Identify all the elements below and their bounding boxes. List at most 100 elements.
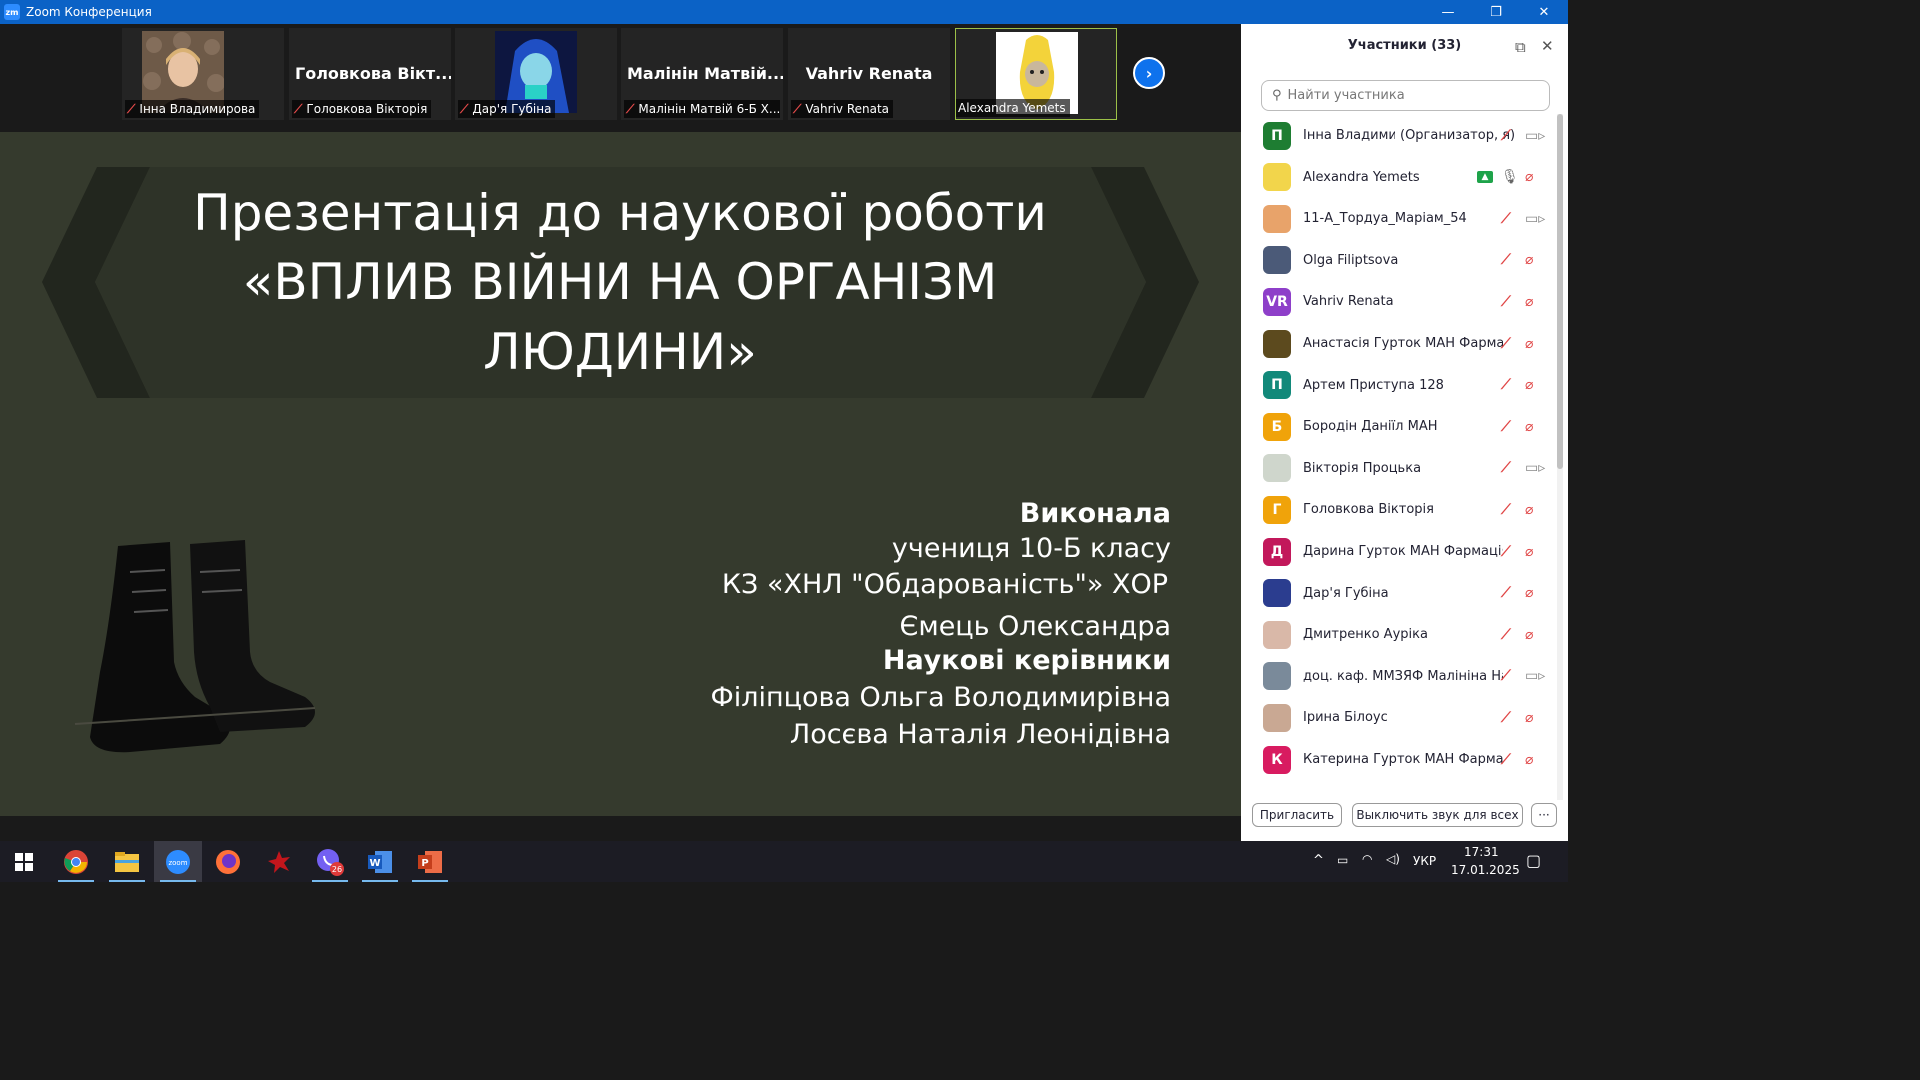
popout-icon[interactable]: ⧉: [1515, 38, 1531, 56]
avatar: [1263, 454, 1291, 483]
participant-search[interactable]: ⚲: [1261, 80, 1550, 111]
participant-name: Головкова Вікторія: [1303, 502, 1434, 518]
taskbar-firefox[interactable]: [204, 841, 252, 882]
video-camera-off-icon[interactable]: ⌀: [1525, 585, 1533, 601]
video-camera-off-icon[interactable]: ⌀: [1525, 710, 1533, 726]
participant-row[interactable]: доц. каф. ММЗЯФ Малініна Нат...⟋ ▭▹: [1241, 656, 1555, 697]
notifications-icon[interactable]: ▢: [1526, 851, 1541, 870]
video-camera-off-icon[interactable]: ⌀: [1525, 627, 1533, 643]
participant-row[interactable]: Дмитренко Аурікa ⟋ ⌀: [1241, 614, 1555, 655]
video-tile[interactable]: ⟋ Дар'я Губіна: [455, 28, 617, 120]
avatar: П: [1263, 371, 1291, 400]
participant-row[interactable]: Ірина Білоус ⟋ ⌀: [1241, 697, 1555, 738]
clock-time[interactable]: 17:31: [1464, 845, 1499, 859]
video-camera-off-icon[interactable]: ⌀: [1525, 502, 1533, 518]
microphone-muted-icon[interactable]: ⟋: [1501, 710, 1511, 726]
participant-name: 11-А_Тордуа_Маріам_54: [1303, 211, 1467, 227]
microphone-muted-icon[interactable]: ⟋: [1501, 752, 1511, 768]
video-camera-off-icon[interactable]: ⌀: [1525, 419, 1533, 435]
participant-row[interactable]: П Артем Приступа 128 ⟋ ⌀: [1241, 365, 1555, 406]
participant-row[interactable]: Анастасія Гурток МАН Фармація ⟋ ⌀: [1241, 323, 1555, 364]
clock-date[interactable]: 17.01.2025: [1451, 863, 1520, 877]
avatar: Д: [1263, 537, 1291, 566]
restore-button[interactable]: ❐: [1472, 0, 1520, 24]
video-camera-icon[interactable]: ▭▹: [1525, 128, 1545, 144]
microphone-muted-icon[interactable]: ⟋: [1501, 377, 1511, 393]
search-input[interactable]: [1287, 88, 1538, 103]
supervisor-line: Філіпцова Ольга Володимирівна: [710, 682, 1171, 713]
video-tile-active-speaker[interactable]: Alexandra Yemets: [955, 28, 1117, 120]
minimize-button[interactable]: —: [1424, 0, 1472, 24]
microphone-muted-icon[interactable]: ⟋: [1501, 419, 1511, 435]
video-camera-off-icon[interactable]: ⌀: [1525, 377, 1533, 393]
taskbar-word[interactable]: W: [356, 841, 404, 882]
wifi-icon[interactable]: ◠: [1362, 852, 1372, 866]
participant-big-name: Головкова Вікт...: [295, 64, 451, 83]
video-camera-icon[interactable]: ▭▹: [1525, 211, 1545, 227]
video-camera-off-icon[interactable]: ⌀: [1525, 544, 1533, 560]
microphone-muted-icon[interactable]: ⟋: [1501, 211, 1511, 227]
taskbar-powerpoint[interactable]: P: [406, 841, 454, 882]
panel-footer: Пригласить Выключить звук для всех ···: [1241, 800, 1568, 841]
taskbar-file-explorer[interactable]: [103, 841, 151, 882]
taskbar-red-app[interactable]: [255, 841, 303, 882]
taskbar-viber[interactable]: 26: [306, 841, 354, 882]
participant-name: Alexandra Yemets: [1303, 169, 1420, 185]
participant-row[interactable]: Г Головкова Вікторія ⟋ ⌀: [1241, 489, 1555, 530]
microphone-muted-icon[interactable]: ⟋: [1501, 627, 1511, 643]
video-camera-icon[interactable]: ▭▹: [1525, 460, 1545, 476]
video-camera-off-icon[interactable]: ⌀: [1525, 252, 1533, 268]
microphone-muted-icon[interactable]: ⟋: [1501, 128, 1511, 144]
video-tile[interactable]: ⟋ Інна Владимирова: [122, 28, 284, 120]
close-window-button[interactable]: ✕: [1520, 0, 1568, 24]
microphone-muted-icon[interactable]: ⟋: [1501, 252, 1511, 268]
microphone-muted-icon[interactable]: ⟋: [1501, 294, 1511, 310]
tray-chevron-up-icon[interactable]: ^: [1313, 853, 1324, 868]
participant-row[interactable]: Б Бородін Даніїл МАН ⟋ ⌀: [1241, 406, 1555, 447]
participant-name: Артем Приступа 128: [1303, 377, 1444, 393]
avatar: [1263, 620, 1291, 649]
taskbar-chrome[interactable]: [52, 841, 100, 882]
microphone-muted-icon[interactable]: ⟋: [1501, 502, 1511, 518]
participant-row[interactable]: Alexandra Yemets ▲ 🎙 ⌀: [1241, 157, 1555, 198]
next-page-button[interactable]: ›: [1133, 57, 1165, 89]
video-tile[interactable]: Vahriv Renata ⟋ Vahriv Renata: [788, 28, 950, 120]
video-camera-off-icon[interactable]: ⌀: [1525, 294, 1533, 310]
microphone-icon[interactable]: 🎙: [1501, 169, 1519, 185]
mute-all-button[interactable]: Выключить звук для всех: [1352, 803, 1523, 827]
video-camera-off-icon[interactable]: ⌀: [1525, 169, 1533, 185]
participants-panel: Участники (33) ⧉ ✕ ⚲ ПІнна Владими...(Ор…: [1241, 24, 1568, 841]
language-indicator[interactable]: УКР: [1413, 854, 1436, 868]
start-button[interactable]: [0, 841, 48, 882]
more-options-button[interactable]: ···: [1531, 803, 1557, 827]
microphone-muted-icon[interactable]: ⟋: [1501, 668, 1511, 684]
video-camera-icon[interactable]: ▭▹: [1525, 668, 1545, 684]
microphone-muted-icon[interactable]: ⟋: [1501, 336, 1511, 352]
close-icon[interactable]: ✕: [1541, 37, 1557, 55]
microphone-muted-icon[interactable]: ⟋: [1501, 460, 1511, 476]
taskbar-zoom[interactable]: zoom: [154, 841, 202, 882]
participant-row[interactable]: Дар'я Губіна ⟋ ⌀: [1241, 573, 1555, 614]
battery-icon[interactable]: ▭: [1337, 853, 1348, 867]
video-camera-off-icon[interactable]: ⌀: [1525, 752, 1533, 768]
participant-row[interactable]: Д Дарина Гурток МАН Фармація ⟋ ⌀: [1241, 531, 1555, 572]
zoom-icon: zoom: [166, 849, 190, 874]
video-tile[interactable]: Головкова Вікт... ⟋ Головкова Вікторія: [289, 28, 451, 120]
video-camera-off-icon[interactable]: ⌀: [1525, 336, 1533, 352]
video-tile[interactable]: Малінін Матвій... ⟋ Малінін Матвій 6-Б Х.…: [621, 28, 783, 120]
participant-row[interactable]: Вікторія Процька ⟋ ▭▹: [1241, 448, 1555, 489]
participant-caption: ⟋ Дар'я Губіна: [458, 100, 556, 118]
viber-badge: 26: [332, 865, 342, 874]
participant-row[interactable]: VR Vahriv Renata ⟋ ⌀: [1241, 281, 1555, 322]
participant-row[interactable]: 11-А_Тордуа_Маріам_54 ⟋ ▭▹: [1241, 198, 1555, 239]
participant-row[interactable]: К Катерина Гурток МАН Фармація ⟋ ⌀: [1241, 739, 1555, 780]
scrollbar[interactable]: [1557, 114, 1563, 804]
participant-role: (Организатор, я): [1400, 128, 1516, 143]
participant-row[interactable]: Olga Filiptsova ⟋ ⌀: [1241, 240, 1555, 281]
invite-button[interactable]: Пригласить: [1252, 803, 1342, 827]
scrollbar-thumb[interactable]: [1557, 114, 1563, 469]
volume-icon[interactable]: ◁): [1386, 852, 1400, 866]
microphone-muted-icon[interactable]: ⟋: [1501, 544, 1511, 560]
participant-row[interactable]: П Інна Владими... (Организатор, я)⟋ ▭▹: [1241, 115, 1555, 156]
microphone-muted-icon[interactable]: ⟋: [1501, 585, 1511, 601]
